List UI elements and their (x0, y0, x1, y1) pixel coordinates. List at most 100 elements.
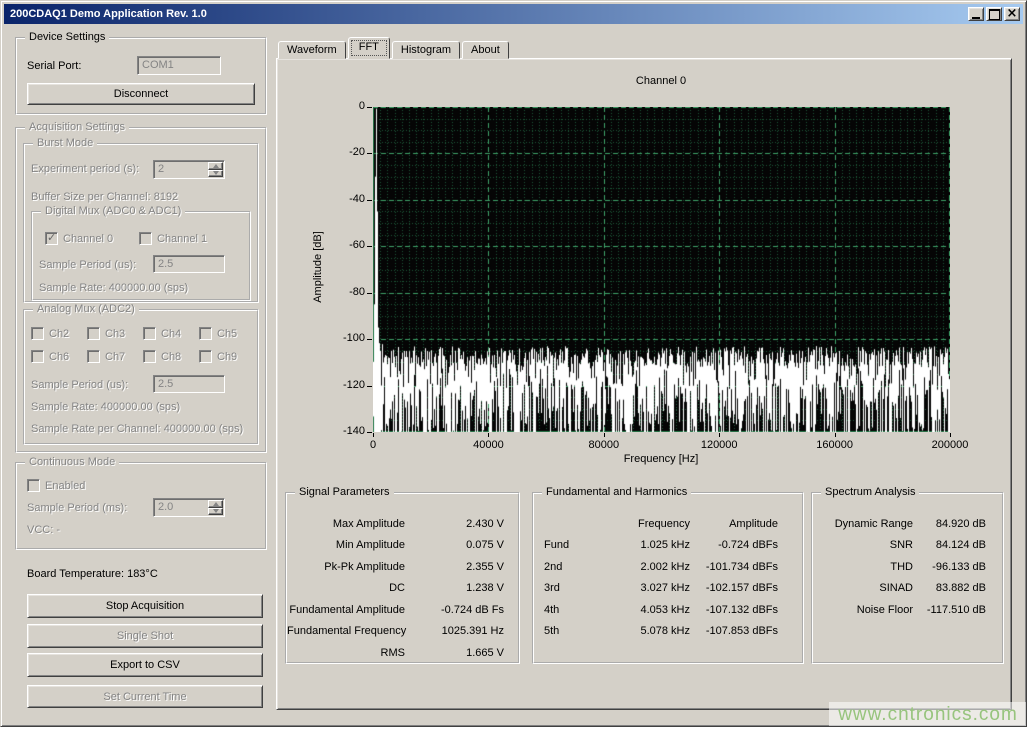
spin-up-icon[interactable] (208, 500, 223, 508)
y-tick-label: -140 (329, 425, 365, 437)
signal-parameter-row: DC1.238 V (287, 578, 518, 600)
ch9-checkbox[interactable] (199, 350, 212, 363)
parameter-value: 1.665 V (405, 647, 518, 659)
analog-sample-rate-text: Sample Rate: 400000.00 (sps) (31, 401, 180, 413)
acquisition-settings-title: Acquisition Settings (25, 121, 129, 134)
analog-sample-period-field[interactable]: 2.5 (153, 375, 225, 393)
ch4-checkbox[interactable] (143, 327, 156, 340)
stop-acquisition-button[interactable]: Stop Acquisition (27, 594, 263, 618)
signal-parameters-group: Signal Parameters Max Amplitude2.430 VMi… (285, 492, 520, 664)
signal-parameter-row: Max Amplitude2.430 V (287, 513, 518, 535)
enabled-label: Enabled (45, 480, 85, 492)
fft-plot-canvas (373, 107, 950, 432)
metric-label: Dynamic Range (813, 518, 913, 530)
app-window: 200CDAQ1 Demo Application Rev. 1.0 Devic… (0, 0, 1027, 727)
ch2-checkbox[interactable] (31, 327, 44, 340)
tab-about[interactable]: About (462, 41, 509, 59)
enabled-checkbox[interactable] (27, 479, 40, 492)
buffer-size-text: Buffer Size per Channel: 8192 (31, 191, 178, 203)
harmonic-row: 2nd2.002 kHz-101.734 dBFs (534, 556, 802, 578)
ch3-checkbox[interactable] (87, 327, 100, 340)
disconnect-button[interactable]: Disconnect (27, 83, 255, 105)
ch4-label: Ch4 (161, 328, 181, 340)
spectrum-analysis-row: Noise Floor-117.510 dB (813, 599, 1002, 621)
spectrum-analysis-row: Dynamic Range84.920 dB (813, 513, 1002, 535)
harmonic-amplitude: -101.734 dBFs (690, 561, 802, 573)
harmonic-amplitude: -107.853 dBFs (690, 625, 802, 637)
set-current-time-button[interactable]: Set Current Time (27, 685, 263, 708)
spin-down-icon[interactable] (208, 508, 223, 516)
parameter-value: 2.355 V (405, 561, 518, 573)
ch6-checkbox[interactable] (31, 350, 44, 363)
spin-down-icon[interactable] (208, 170, 223, 178)
x-tick-mark (835, 433, 836, 437)
single-shot-button[interactable]: Single Shot (27, 624, 263, 648)
metric-value: -117.510 dB (913, 604, 1002, 616)
device-settings-title: Device Settings (25, 31, 109, 44)
metric-value: -96.133 dB (913, 561, 1002, 573)
harmonic-name: Fund (534, 539, 590, 551)
burst-mode-title: Burst Mode (33, 137, 97, 150)
vcc-text: VCC: - (27, 524, 60, 536)
parameter-label: Fundamental Frequency (287, 625, 406, 637)
harmonic-name: 2nd (534, 561, 590, 573)
ch8-checkbox[interactable] (143, 350, 156, 363)
tab-waveform[interactable]: Waveform (278, 41, 346, 59)
title-bar[interactable]: 200CDAQ1 Demo Application Rev. 1.0 (4, 4, 1023, 24)
signal-parameter-row: Fundamental Amplitude-0.724 dB Fs (287, 599, 518, 621)
y-tick-label: -100 (329, 332, 365, 344)
digital-sample-rate-text: Sample Rate: 400000.00 (sps) (39, 282, 188, 294)
digital-mux-title: Digital Mux (ADC0 & ADC1) (41, 205, 185, 218)
ch5-checkbox[interactable] (199, 327, 212, 340)
metric-label: Noise Floor (813, 604, 913, 616)
minimize-icon[interactable] (968, 7, 984, 21)
spin-up-icon[interactable] (208, 162, 223, 170)
ch3-label: Ch3 (105, 328, 125, 340)
signal-parameter-row: Fundamental Frequency1025.391 Hz (287, 621, 518, 643)
board-temperature-text: Board Temperature: 183°C (27, 568, 158, 580)
harmonics-title: Fundamental and Harmonics (542, 486, 691, 499)
harmonic-frequency: 1.025 kHz (590, 539, 690, 551)
channel-0-checkbox[interactable] (45, 232, 58, 245)
y-tick-mark (367, 339, 372, 340)
continuous-sample-period-spinner[interactable]: 2.0 (153, 498, 225, 517)
tab-histogram[interactable]: Histogram (392, 41, 460, 59)
digital-sample-period-field[interactable]: 2.5 (153, 255, 225, 273)
serial-port-field[interactable]: COM1 (137, 56, 221, 75)
y-axis-label: Amplitude [dB] (312, 202, 324, 332)
y-tick-label: -120 (329, 379, 365, 391)
ch7-checkbox[interactable] (87, 350, 100, 363)
harmonics-header-row: Frequency Amplitude (534, 513, 802, 535)
digital-sample-period-label: Sample Period (us): (39, 259, 136, 271)
channel-1-checkbox[interactable] (139, 232, 152, 245)
parameter-value: -0.724 dB Fs (405, 604, 518, 616)
y-tick-mark (367, 153, 372, 154)
frequency-column-header: Frequency (590, 518, 690, 530)
maximize-icon[interactable] (986, 7, 1002, 21)
spectrum-analysis-title: Spectrum Analysis (821, 486, 919, 499)
ch9-label: Ch9 (217, 351, 237, 363)
spectrum-analysis-row: SNR84.124 dB (813, 535, 1002, 557)
ch2-label: Ch2 (49, 328, 69, 340)
signal-parameters-title: Signal Parameters (295, 486, 394, 499)
x-tick-mark (604, 433, 605, 437)
signal-parameters-rows: Max Amplitude2.430 VMin Amplitude0.075 V… (287, 494, 518, 664)
harmonics-rows: Frequency Amplitude Fund1.025 kHz-0.724 … (534, 494, 802, 642)
close-icon[interactable] (1004, 7, 1020, 21)
x-tick-label: 40000 (448, 439, 528, 451)
parameter-label: Pk-Pk Amplitude (287, 561, 405, 573)
harmonic-amplitude: -107.132 dBFs (690, 604, 802, 616)
harmonic-amplitude: -0.724 dBFs (690, 539, 802, 551)
channel-0-label: Channel 0 (63, 233, 113, 245)
tab-fft[interactable]: FFT (348, 37, 390, 59)
export-to-csv-button[interactable]: Export to CSV (27, 653, 263, 677)
analog-mux-grid: Ch2Ch3Ch4Ch5Ch6Ch7Ch8Ch9 (31, 327, 253, 375)
experiment-period-spinner[interactable]: 2 (153, 160, 225, 179)
metric-value: 84.124 dB (913, 539, 1002, 551)
harmonic-name: 5th (534, 625, 590, 637)
amplitude-column-header: Amplitude (690, 518, 802, 530)
ch8-label: Ch8 (161, 351, 181, 363)
y-tick-mark (367, 246, 372, 247)
continuous-mode-title: Continuous Mode (25, 456, 119, 469)
x-axis-label: Frequency [Hz] (561, 453, 761, 465)
